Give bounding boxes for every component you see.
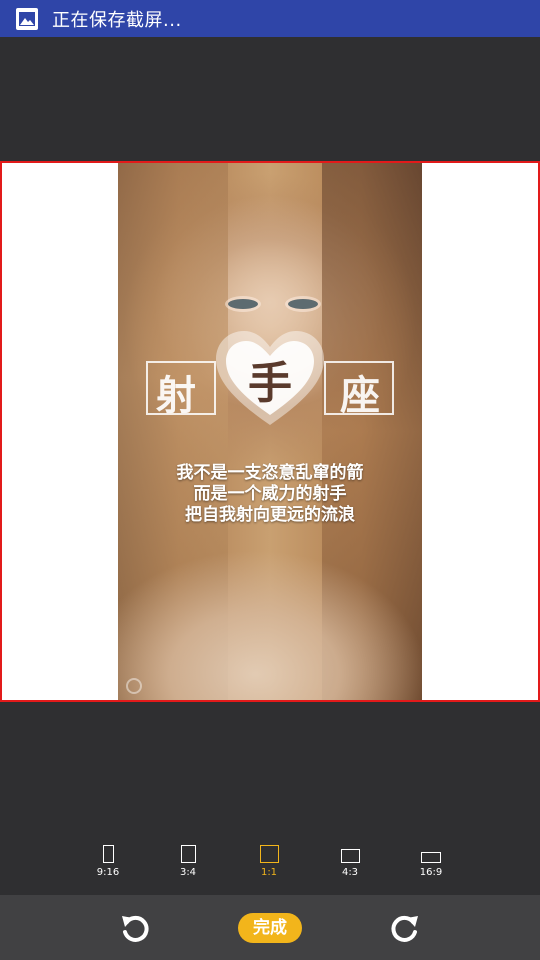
ratio-label: 1:1	[260, 867, 278, 878]
ratio-1-1-icon	[259, 845, 279, 863]
poem-line: 而是一个威力的射手	[193, 484, 347, 504]
undo-icon[interactable]	[119, 912, 151, 944]
zodiac-char-left: 射	[156, 372, 196, 419]
ratio-label: 16:9	[419, 867, 443, 878]
ratio-16-9-icon	[421, 852, 441, 863]
bottom-toolbar: 完成	[0, 895, 540, 960]
zodiac-logo: 射 座 手	[146, 329, 394, 429]
zodiac-char-center: 手	[248, 358, 292, 409]
spiral-icon	[126, 678, 142, 694]
editor-canvas: 射 座 手 我不是一支恣意乱窜的箭 而是一个威力的射手 把自我射向更远的流浪	[0, 37, 540, 825]
ratio-label: 9:16	[96, 867, 120, 878]
status-text: 正在保存截屏...	[52, 9, 182, 31]
ratio-4-3-icon	[340, 849, 360, 863]
ratio-9-16[interactable]: 9:16	[78, 845, 138, 878]
ratio-label: 3:4	[179, 867, 197, 878]
ratio-4-3[interactable]: 4:3	[320, 845, 380, 878]
redo-icon[interactable]	[389, 912, 421, 944]
done-button[interactable]: 完成	[238, 913, 302, 943]
left-eye	[228, 299, 258, 309]
watermark	[126, 678, 142, 694]
ratio-16-9[interactable]: 16:9	[401, 845, 461, 878]
poem-line: 把自我射向更远的流浪	[185, 505, 355, 525]
ratio-1-1[interactable]: 1:1	[239, 845, 299, 878]
crop-frame[interactable]: 射 座 手 我不是一支恣意乱窜的箭 而是一个威力的射手 把自我射向更远的流浪	[0, 161, 540, 702]
poem-text: 我不是一支恣意乱窜的箭 而是一个威力的射手 把自我射向更远的流浪	[118, 463, 422, 526]
zodiac-char-right: 座	[340, 372, 380, 419]
ratio-9-16-icon	[102, 845, 114, 863]
status-bar: 正在保存截屏...	[0, 0, 540, 37]
ratio-label: 4:3	[341, 867, 359, 878]
ratio-selector: 9:16 3:4 1:1 4:3 16:9	[0, 825, 540, 895]
screenshot-image: 射 座 手 我不是一支恣意乱窜的箭 而是一个威力的射手 把自我射向更远的流浪	[118, 163, 422, 700]
poem-line: 我不是一支恣意乱窜的箭	[176, 463, 364, 483]
ratio-3-4[interactable]: 3:4	[158, 845, 218, 878]
heart-icon: 手	[212, 329, 328, 429]
image-icon	[16, 7, 38, 30]
photo-eyes	[218, 291, 328, 321]
ratio-3-4-icon	[180, 845, 196, 863]
right-eye	[288, 299, 318, 309]
